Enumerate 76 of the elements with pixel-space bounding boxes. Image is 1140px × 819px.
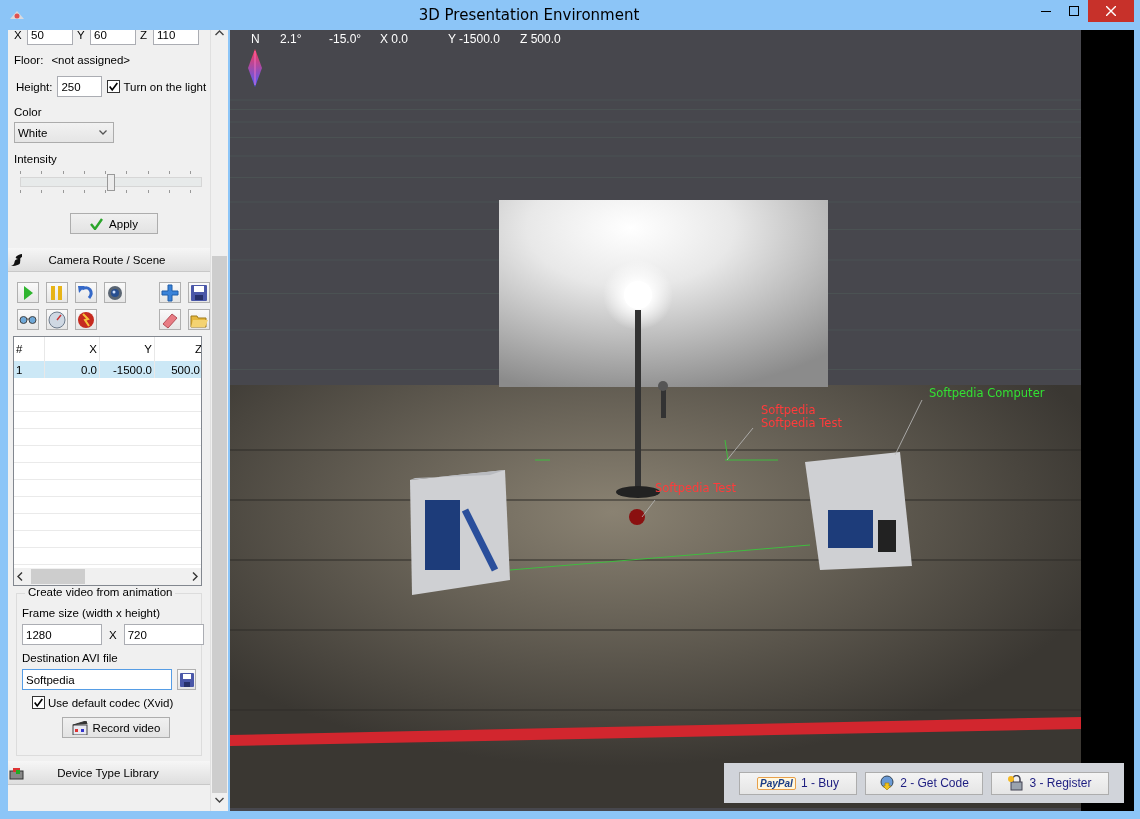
coordinate-field[interactable]: 110 [153, 30, 199, 45]
eraser-button[interactable] [159, 309, 181, 330]
x-coordinate: X 0.0 [380, 32, 409, 46]
open-folder-button[interactable] [188, 309, 210, 330]
y-coordinate: Y -1500.0 [448, 32, 500, 46]
coordinate-label: Y [77, 30, 86, 41]
register-button[interactable]: 3 - Register [991, 771, 1109, 795]
save-button[interactable] [177, 669, 196, 690]
destination-label: Destination AVI file [22, 652, 119, 664]
camera-button[interactable] [104, 282, 126, 303]
group-title: Create video from animation [25, 586, 176, 598]
checkbox-label: Use default codec (Xvid) [48, 696, 174, 709]
paypal-logo: PayPal [757, 776, 796, 790]
coordinate-label: X [14, 30, 23, 41]
clapperboard-icon [71, 720, 88, 735]
height-field[interactable]: 250 [57, 76, 103, 97]
column-header[interactable]: Z [155, 337, 201, 361]
checkbox-label: Turn on the light [123, 80, 207, 93]
glasses-button[interactable] [17, 309, 39, 330]
save-button[interactable] [188, 282, 210, 303]
gauge-button[interactable] [46, 309, 68, 330]
file-field[interactable]: Softpedia [22, 669, 172, 690]
frame-size-label: Frame size (width x height) [22, 607, 162, 619]
intensity-label: Intensity [14, 153, 57, 165]
add-icon [160, 282, 180, 303]
separator-label: X [109, 628, 117, 641]
horizontal-scrollbar[interactable] [14, 568, 201, 585]
slider-thumb[interactable] [107, 174, 115, 191]
apply-button[interactable]: Apply [70, 213, 158, 234]
burst-icon [76, 309, 96, 330]
floor-value: <not assigned> [51, 54, 131, 66]
height-field[interactable]: 720 [123, 624, 204, 645]
coordinate-field[interactable]: 50 [27, 30, 73, 45]
floor-label: Floor: [14, 54, 44, 66]
undo-button[interactable] [75, 282, 97, 303]
z-coordinate: Z 500.0 [520, 32, 561, 46]
chevron-right-icon [192, 572, 198, 581]
object-label: Softpedia Test [655, 482, 736, 495]
north-label: N [251, 32, 260, 46]
checkmark-icon [90, 217, 104, 230]
padlock-icon [1008, 775, 1025, 791]
add-button[interactable] [159, 282, 181, 303]
chevron-up-icon [214, 30, 224, 36]
globe-download-icon [879, 775, 896, 791]
window-title: 3D Presentation Environment [417, 6, 641, 24]
compass-icon [248, 49, 262, 87]
width-field[interactable]: 1280 [22, 624, 102, 645]
play-button[interactable] [17, 282, 39, 303]
coordinate-label: Z [140, 30, 149, 41]
color-label: Color [14, 106, 42, 118]
chevron-down-icon [214, 797, 224, 803]
table-row[interactable]: 1 0.0 -1500.0 500.0 [14, 361, 201, 378]
color-dropdown[interactable]: White [14, 122, 114, 143]
heading-label: 2.1° [280, 32, 302, 46]
section-header[interactable]: Camera Route / Scene [8, 248, 210, 272]
pitch-label: -15.0° [329, 32, 362, 46]
toolbox-icon [8, 765, 26, 780]
light-checkbox[interactable] [107, 80, 121, 93]
buy-button[interactable]: PayPal 1 - Buy [739, 771, 857, 795]
vertical-scrollbar[interactable] [210, 30, 227, 811]
gauge-icon [47, 309, 67, 330]
coordinate-field[interactable]: 60 [90, 30, 136, 45]
save-icon [178, 671, 195, 688]
record-video-button[interactable]: Record video [62, 717, 170, 738]
section-header[interactable]: Device Type Library [8, 761, 210, 785]
object-label: Softpedia Softpedia Test [761, 404, 842, 430]
get-code-button[interactable]: 2 - Get Code [865, 771, 983, 795]
save-icon [189, 282, 209, 303]
object-label: Softpedia Computer [929, 387, 1045, 400]
height-label: Height: [16, 80, 53, 93]
close-icon [1106, 6, 1116, 16]
codec-checkbox[interactable] [32, 696, 45, 709]
chevron-left-icon [17, 572, 23, 581]
burst-button[interactable] [75, 309, 97, 330]
maximize-icon [1069, 6, 1079, 16]
chevron-down-icon [99, 130, 107, 135]
